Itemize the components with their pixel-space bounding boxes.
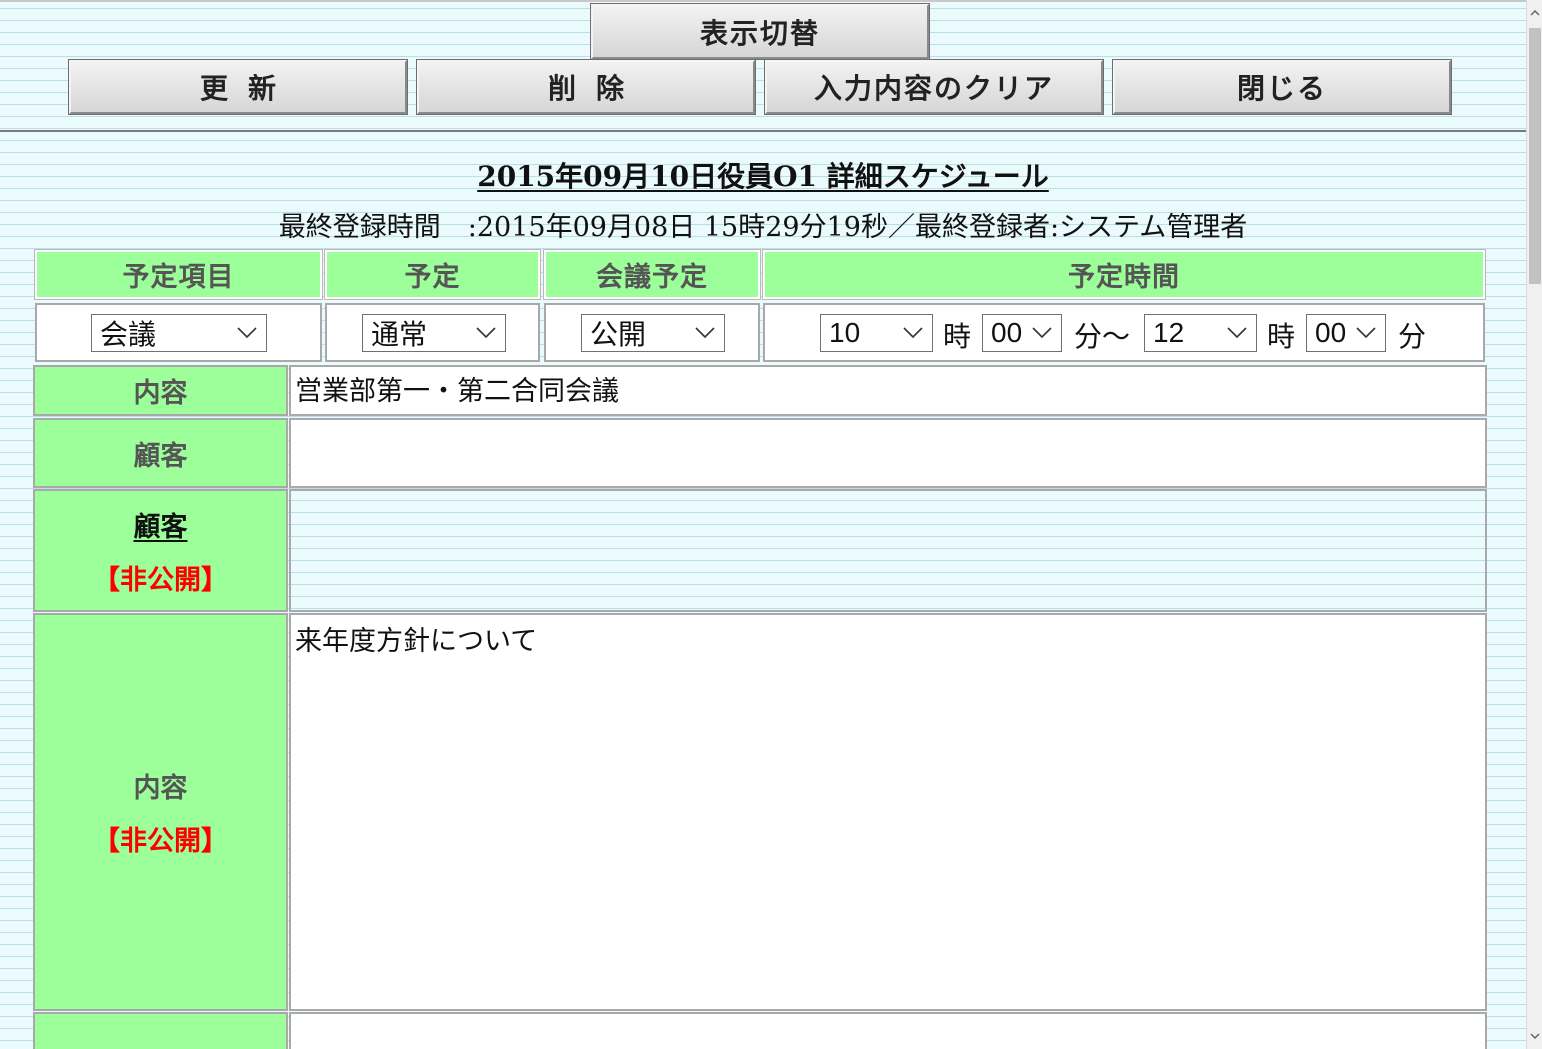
close-button[interactable]: 閉じる bbox=[1112, 59, 1452, 115]
end-minute-select[interactable]: 00 bbox=[1306, 314, 1386, 352]
schedule-item-select-value: 会議 bbox=[100, 318, 157, 351]
end-hour-select[interactable]: 12 bbox=[1144, 314, 1257, 352]
schedule-type-select-value: 通常 bbox=[371, 318, 428, 351]
content-value: 営業部第一・第二合同会議 bbox=[295, 376, 619, 407]
header-meeting-schedule: 会議予定 bbox=[543, 249, 761, 300]
header-schedule: 予定 bbox=[324, 249, 541, 300]
clear-input-button[interactable]: 入力内容のクリア bbox=[764, 59, 1104, 115]
schedule-item-select[interactable]: 会議 bbox=[91, 314, 267, 352]
private-tag: 【非公開】 bbox=[93, 564, 228, 596]
next-input[interactable] bbox=[289, 1012, 1487, 1049]
delete-button[interactable]: 削除 bbox=[416, 59, 756, 115]
content-private-label-cell: 内容 【非公開】 bbox=[33, 613, 288, 1011]
top-border bbox=[0, 0, 1526, 2]
toggle-view-button[interactable]: 表示切替 bbox=[590, 3, 930, 60]
content-input[interactable]: 営業部第一・第二合同会議 bbox=[289, 365, 1487, 416]
content-label: 内容 bbox=[133, 378, 188, 409]
chevron-down-icon bbox=[1227, 327, 1247, 339]
end-minute-select-value: 00 bbox=[1315, 317, 1347, 348]
chevron-down-icon bbox=[237, 327, 257, 339]
customer-label-cell: 顧客 bbox=[33, 418, 288, 488]
header-schedule-item: 予定項目 bbox=[34, 249, 323, 300]
page-title: 2015年09月10日役員O1 詳細スケジュール bbox=[0, 155, 1526, 195]
last-registered-info: 最終登録時間 :2015年09月08日 15時29分19秒／最終登録者:システム… bbox=[278, 212, 1248, 243]
meeting-schedule-select-value: 公開 bbox=[590, 318, 647, 351]
customer-private-label-cell: 顧客 【非公開】 bbox=[33, 489, 288, 612]
content-private-value: 来年度方針について bbox=[295, 626, 538, 657]
chevron-down-icon bbox=[695, 327, 715, 339]
chevron-down-icon bbox=[476, 327, 496, 339]
customer-label: 顧客 bbox=[133, 440, 188, 472]
schedule-detail-page: 表示切替 更新 削除 入力内容のクリア 閉じる 2015年09月10日役員O1 … bbox=[0, 0, 1526, 1049]
chevron-down-icon bbox=[1356, 327, 1376, 339]
content-private-textarea[interactable]: 来年度方針について bbox=[289, 613, 1487, 1011]
toolbar-separator bbox=[0, 130, 1526, 132]
hour-unit-label-2: 時 bbox=[1267, 320, 1296, 353]
page-title-text: 2015年09月10日役員O1 詳細スケジュール bbox=[477, 160, 1049, 193]
header-schedule-time: 予定時間 bbox=[762, 249, 1486, 300]
private-tag: 【非公開】 bbox=[93, 826, 228, 857]
customer-input[interactable] bbox=[289, 418, 1487, 488]
content-private-label: 内容 bbox=[133, 773, 188, 804]
content-label-cell: 内容 bbox=[33, 365, 288, 416]
scroll-down-arrow-icon[interactable] bbox=[1530, 1031, 1540, 1041]
minute-unit-label: 分 bbox=[1398, 320, 1427, 353]
start-minute-select-value: 00 bbox=[991, 317, 1023, 348]
minute-tilde-label: 分～ bbox=[1074, 320, 1131, 353]
next-label-cell bbox=[33, 1012, 288, 1049]
vertical-scrollbar[interactable] bbox=[1526, 0, 1542, 1049]
customer-private-area bbox=[289, 489, 1487, 612]
update-button[interactable]: 更新 bbox=[68, 59, 408, 115]
start-hour-select-value: 10 bbox=[829, 317, 861, 348]
customer-private-link[interactable]: 顧客 bbox=[134, 505, 188, 544]
chevron-down-icon bbox=[903, 327, 923, 339]
scroll-up-arrow-icon[interactable] bbox=[1530, 8, 1540, 18]
end-hour-select-value: 12 bbox=[1153, 317, 1185, 348]
meeting-schedule-select[interactable]: 公開 bbox=[581, 314, 725, 352]
start-hour-select[interactable]: 10 bbox=[820, 314, 933, 352]
schedule-type-select[interactable]: 通常 bbox=[362, 314, 506, 352]
hour-unit-label: 時 bbox=[943, 320, 972, 353]
start-minute-select[interactable]: 00 bbox=[982, 314, 1062, 352]
chevron-down-icon bbox=[1032, 327, 1052, 339]
scrollbar-thumb[interactable] bbox=[1529, 28, 1541, 284]
